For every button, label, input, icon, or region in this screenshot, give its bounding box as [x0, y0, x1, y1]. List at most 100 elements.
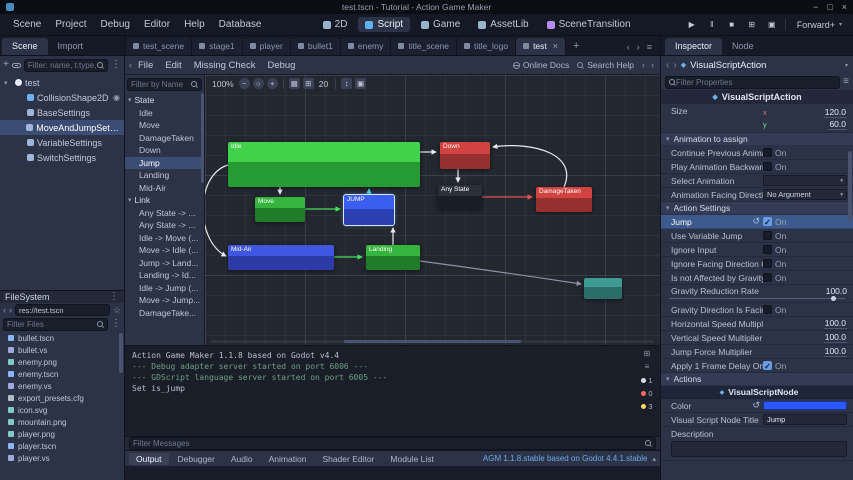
message-count-badge[interactable]: 3: [641, 402, 652, 411]
outline-item[interactable]: ▾ Any State -> ...: [125, 207, 204, 220]
zoom-reset-button[interactable]: ○: [253, 78, 264, 89]
property-value[interactable]: Jump: [767, 415, 785, 424]
file-item[interactable]: enemy.vs: [0, 380, 124, 392]
scene-tree-item[interactable]: ▾ CollisionShape2D ◉: [0, 90, 124, 105]
tab-scroll-left-icon[interactable]: ‹: [627, 42, 630, 52]
property-value[interactable]: No Argument: [767, 190, 811, 199]
workspace-tab[interactable]: AssetLib: [471, 17, 535, 32]
close-button[interactable]: ×: [842, 2, 847, 12]
message-filter-input[interactable]: [133, 439, 645, 448]
property-value[interactable]: 100.0: [824, 318, 847, 329]
path-back-icon[interactable]: ‹: [3, 305, 6, 315]
inspector-row[interactable]: ▾ Jump Force Multiplier ↺ 100.0 ▾: [661, 345, 853, 359]
property-value[interactable]: 100.0: [824, 346, 847, 357]
checkbox[interactable]: [763, 245, 772, 254]
file-item[interactable]: player.tscn: [0, 440, 124, 452]
script-forward-icon[interactable]: ›: [651, 60, 654, 70]
inspector-scrollbar[interactable]: [848, 151, 852, 221]
scene-filter-input[interactable]: [28, 61, 97, 70]
scene-tree-item[interactable]: ▾ VariableSettings ◉: [0, 135, 124, 150]
outline-item[interactable]: ▾ Down: [125, 144, 204, 157]
inspector-row[interactable]: ▾ Ignore Input ↺ On ▾: [661, 243, 853, 257]
scene-tab[interactable]: enemy ×: [341, 38, 392, 55]
menu-item[interactable]: Help: [177, 17, 212, 32]
renderer-select[interactable]: Forward+ ▾: [792, 18, 847, 32]
description-textarea[interactable]: [671, 441, 847, 457]
right-dock-tab[interactable]: Inspector: [665, 38, 722, 55]
file-item[interactable]: icon.svg: [0, 404, 124, 416]
inspector-row[interactable]: ▾ Visual Script Node Title ↺ Jump ▾: [661, 413, 853, 427]
file-item[interactable]: enemy.png: [0, 356, 124, 368]
history-back-icon[interactable]: ‹: [666, 60, 669, 71]
checkbox[interactable]: [763, 217, 772, 226]
graph-node-any-state[interactable]: Any State: [438, 185, 482, 209]
property-filter[interactable]: [665, 76, 840, 89]
word-wrap-icon[interactable]: ≡: [645, 363, 650, 371]
object-history-dropdown-icon[interactable]: ▾: [845, 62, 848, 69]
inspector-row[interactable]: ▾ Is not Affected by Gravity ↺ On ▾: [661, 271, 853, 285]
workspace-tab[interactable]: SceneTransition: [540, 17, 638, 32]
outline-item[interactable]: ▾ Mid-Air: [125, 182, 204, 195]
outline-item[interactable]: ▾ DamageTaken: [125, 132, 204, 145]
file-item[interactable]: player.vs: [0, 452, 124, 464]
script-back-icon[interactable]: ‹: [642, 60, 645, 70]
color-swatch[interactable]: [763, 401, 847, 410]
editor-menu-item[interactable]: Edit: [159, 59, 187, 72]
inspector-row[interactable]: ▾ Vertical Speed Multiplier ↺ 100.0 ▾: [661, 331, 853, 345]
menu-item[interactable]: Project: [48, 17, 93, 32]
bottom-panel-tab[interactable]: Animation: [262, 453, 314, 465]
zoom-in-button[interactable]: +: [267, 78, 278, 89]
bottom-panel-tab[interactable]: Output: [129, 453, 169, 465]
inspector-row[interactable]: ▾ Apply 1 Frame Delay On Ex ↺ On ▾: [661, 359, 853, 373]
inspector-row[interactable]: ▾ Gravity Direction Is Facing ↺ On ▾: [661, 303, 853, 317]
outline-item[interactable]: ▾ Idle -> Jump (...: [125, 282, 204, 295]
workspace-tab[interactable]: Script: [358, 17, 410, 32]
inspector-row[interactable]: ▾ Select Animation ↺ ▾: [661, 174, 853, 188]
checkbox[interactable]: [763, 259, 772, 268]
file-item[interactable]: bullet.vs: [0, 344, 124, 356]
size-property-row[interactable]: Size x 120.0 y 60.0: [661, 104, 853, 133]
outline-item[interactable]: ▾ Any State -> ...: [125, 219, 204, 232]
inspector-row[interactable]: ▾ Continue Previous Animati ↺ On ▾: [661, 146, 853, 160]
version-status-link[interactable]: AGM 1.1.8.stable based on Godot 4.4.1.st…: [483, 454, 648, 463]
checkbox[interactable]: [763, 305, 772, 314]
bottom-panel-tab[interactable]: Audio: [224, 453, 260, 465]
close-tab-icon[interactable]: ×: [553, 41, 558, 51]
checkbox[interactable]: [763, 148, 772, 157]
file-item[interactable]: bullet.tscn: [0, 332, 124, 344]
scene-tab[interactable]: test_scene ×: [126, 38, 192, 55]
scene-tab[interactable]: title_scene ×: [391, 38, 457, 55]
right-dock-tab[interactable]: Node: [722, 38, 764, 55]
stop-button[interactable]: ■: [725, 20, 739, 29]
outline-item[interactable]: ▾ Landing: [125, 169, 204, 182]
scene-tree-item[interactable]: ▾ MoveAndJumpSettings ◉: [0, 120, 124, 135]
outline-filter[interactable]: [127, 78, 202, 91]
graph-node-move[interactable]: Move: [255, 197, 305, 222]
graph-canvas[interactable]: 100% − ○ + ▦ ⊞ 20 ↕ ▣ IdleDownMoveJUMPAn…: [205, 75, 660, 345]
outline-item[interactable]: ▾ Move: [125, 119, 204, 132]
inspector-row[interactable]: ▾ VisualScriptNode ↺ ▾: [661, 386, 853, 399]
file-item[interactable]: mountain.png: [0, 416, 124, 428]
inspector-row[interactable]: ▾ Animation Facing Direction ↺ No Argume…: [661, 188, 853, 202]
scene-tab[interactable]: player ×: [243, 38, 291, 55]
editor-menu-item[interactable]: Debug: [261, 59, 301, 72]
graph-node-jump[interactable]: JUMP: [344, 195, 394, 225]
graph-node-node-small[interactable]: [584, 278, 622, 299]
graph-node-landing[interactable]: Landing: [366, 245, 420, 270]
scene-tab[interactable]: test ×: [516, 38, 566, 55]
expander-icon[interactable]: ▾: [128, 96, 132, 104]
inspector-options-icon[interactable]: ≡: [843, 77, 849, 87]
filesystem-menu-icon[interactable]: ⋮: [109, 292, 119, 302]
inspector-row[interactable]: ▾ Ignore Facing Direction Ch ↺ On ▾: [661, 257, 853, 271]
size-y-value[interactable]: 60.0: [828, 119, 847, 130]
snap-toggle[interactable]: ▦: [289, 78, 300, 89]
workspace-tab[interactable]: 2D: [316, 17, 355, 32]
editor-menu-item[interactable]: File: [132, 59, 159, 72]
add-scene-tab-button[interactable]: +: [566, 40, 586, 55]
property-value[interactable]: 100.0: [824, 332, 847, 343]
outline-item[interactable]: ▾ Jump: [125, 157, 204, 170]
outline-item[interactable]: ▾ Link: [125, 194, 204, 207]
outline-item[interactable]: ▾ Jump -> Land...: [125, 257, 204, 270]
file-item[interactable]: enemy.tscn: [0, 368, 124, 380]
scene-tree-item[interactable]: ▾ BaseSettings ◉: [0, 105, 124, 120]
